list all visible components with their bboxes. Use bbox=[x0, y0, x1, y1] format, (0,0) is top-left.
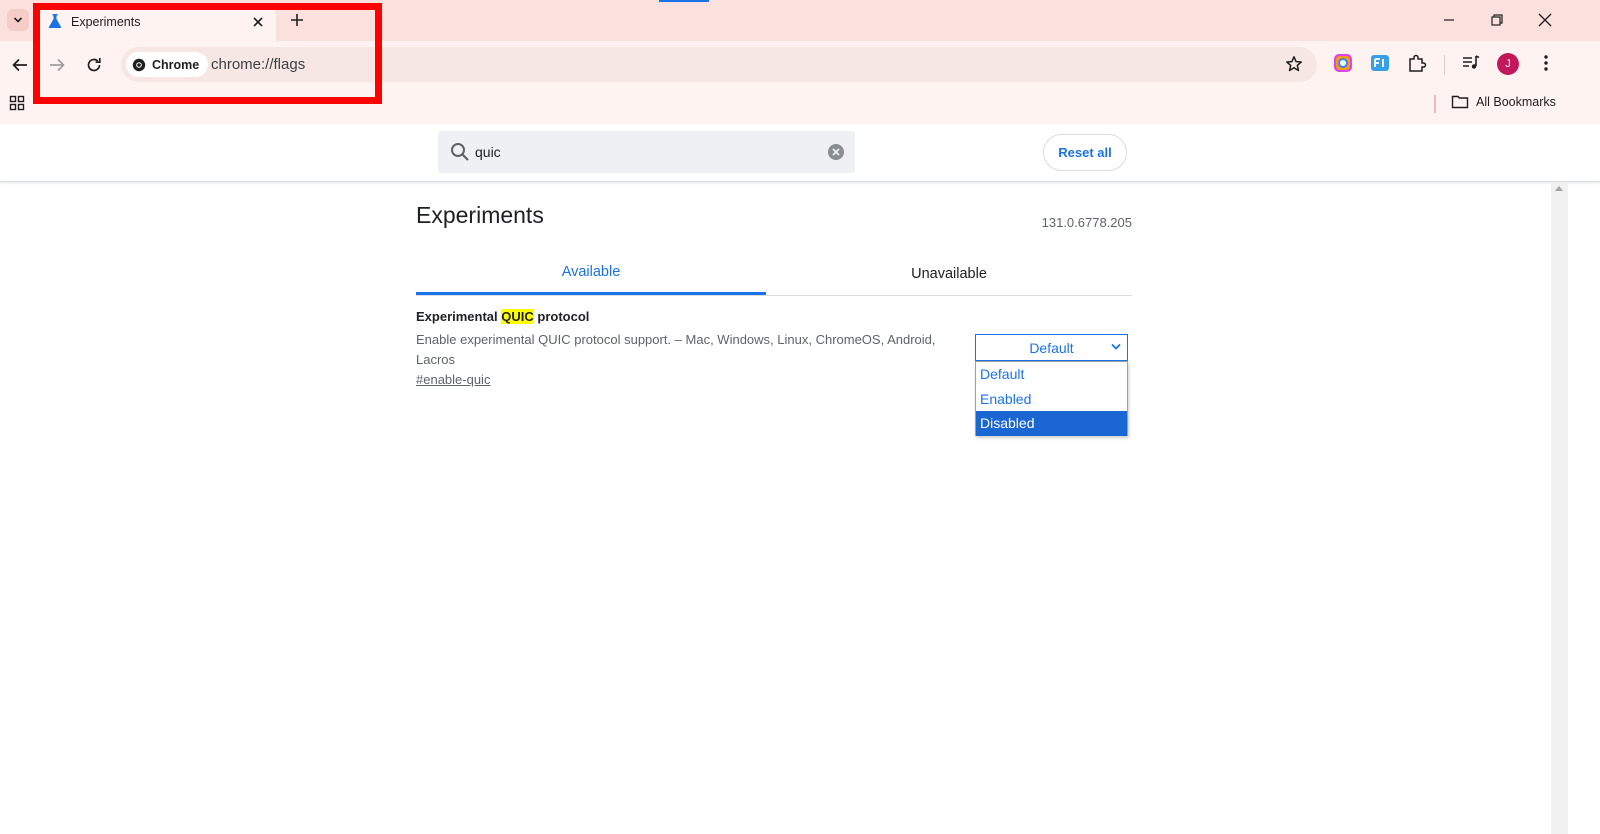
search-box[interactable] bbox=[438, 131, 855, 173]
folder-icon bbox=[1451, 94, 1469, 110]
minimize-icon[interactable] bbox=[1442, 13, 1456, 27]
all-bookmarks-label: All Bookmarks bbox=[1476, 95, 1556, 109]
flag-title: Experimental QUIC protocol bbox=[416, 309, 589, 324]
search-match-highlight: QUIC bbox=[501, 309, 534, 324]
flag-permalink[interactable]: #enable-quic bbox=[416, 372, 490, 387]
search-icon bbox=[450, 142, 470, 162]
tab-available[interactable]: Available bbox=[416, 252, 766, 295]
chrome-logo-icon bbox=[132, 58, 146, 72]
clear-search-icon[interactable] bbox=[827, 143, 845, 161]
all-bookmarks-button[interactable]: All Bookmarks bbox=[1451, 94, 1556, 110]
more-menu-icon[interactable] bbox=[1536, 53, 1556, 73]
loading-indicator bbox=[659, 0, 709, 2]
close-window-icon[interactable] bbox=[1537, 12, 1553, 28]
version-label: 131.0.6778.205 bbox=[1041, 215, 1132, 230]
bookmarks-separator bbox=[1434, 95, 1436, 113]
site-info-chip[interactable]: Chrome bbox=[126, 52, 209, 77]
forward-icon[interactable] bbox=[47, 55, 67, 75]
new-tab-icon[interactable] bbox=[287, 10, 307, 30]
page-scrollbar[interactable] bbox=[1551, 182, 1568, 834]
flag-state-select[interactable]: Default bbox=[975, 334, 1128, 361]
flags-header: Reset all bbox=[0, 124, 1600, 182]
color-extension-icon[interactable] bbox=[1333, 53, 1353, 73]
select-value: Default bbox=[1029, 339, 1074, 356]
flags-tabs: Available Unavailable bbox=[416, 252, 1132, 296]
bookmarks-bar: All Bookmarks bbox=[0, 87, 1600, 124]
close-tab-icon[interactable] bbox=[250, 14, 266, 30]
flask-icon bbox=[48, 13, 62, 29]
flag-title-suffix: protocol bbox=[533, 309, 590, 324]
chevron-down-icon bbox=[1111, 343, 1121, 351]
toolbar: Chrome chrome://flags J bbox=[0, 41, 1600, 87]
reload-icon[interactable] bbox=[84, 55, 104, 75]
media-controls-icon[interactable] bbox=[1461, 53, 1481, 73]
tab-title: Experiments bbox=[71, 15, 141, 29]
address-bar[interactable]: Chrome chrome://flags bbox=[121, 47, 1317, 82]
option-disabled[interactable]: Disabled bbox=[976, 411, 1127, 436]
apps-grid-icon[interactable] bbox=[9, 95, 25, 111]
option-enabled[interactable]: Enabled bbox=[976, 387, 1127, 412]
page-title: Experiments bbox=[416, 202, 544, 228]
select-dropdown-list: Default Enabled Disabled bbox=[975, 361, 1128, 436]
flag-description: Enable experimental QUIC protocol suppor… bbox=[416, 332, 936, 367]
option-default[interactable]: Default bbox=[976, 362, 1127, 387]
chevron-down-icon bbox=[13, 15, 23, 25]
url-text[interactable]: chrome://flags bbox=[211, 56, 305, 73]
extensions-puzzle-icon[interactable] bbox=[1407, 53, 1427, 73]
restore-icon[interactable] bbox=[1490, 13, 1504, 27]
reset-all-button[interactable]: Reset all bbox=[1043, 134, 1127, 171]
tab-strip: Experiments bbox=[0, 0, 1600, 41]
profile-avatar[interactable]: J bbox=[1497, 53, 1519, 75]
flag-title-prefix: Experimental bbox=[416, 309, 502, 324]
scroll-up-arrow-icon[interactable] bbox=[1555, 186, 1563, 191]
tab-experiments[interactable]: Experiments bbox=[40, 6, 276, 41]
fi-extension-icon[interactable] bbox=[1370, 53, 1390, 73]
back-icon[interactable] bbox=[10, 55, 30, 75]
tab-unavailable[interactable]: Unavailable bbox=[774, 252, 1124, 296]
toolbar-separator bbox=[1444, 55, 1445, 75]
search-input[interactable] bbox=[475, 141, 815, 163]
tab-search-button[interactable] bbox=[7, 9, 29, 31]
site-chip-label: Chrome bbox=[152, 57, 200, 72]
bookmark-star-icon[interactable] bbox=[1285, 55, 1303, 73]
